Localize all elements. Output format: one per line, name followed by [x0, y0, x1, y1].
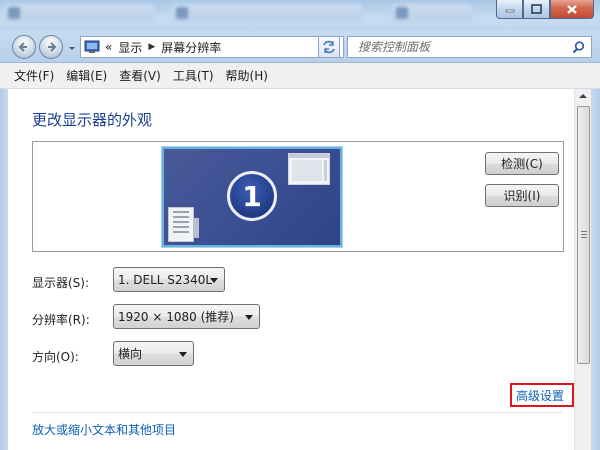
window-controls — [496, 0, 594, 20]
back-button[interactable] — [12, 35, 36, 59]
menu-edit[interactable]: 编辑(E) — [64, 65, 109, 86]
breadcrumb-separator[interactable]: ▶ — [148, 42, 155, 52]
monitor-preview-window — [168, 207, 199, 242]
window-titlebar — [0, 0, 600, 30]
monitor-preview-window — [288, 153, 330, 185]
refresh-button[interactable] — [318, 36, 340, 58]
forward-button[interactable] — [39, 35, 63, 59]
monitor-number: 1 — [242, 179, 262, 213]
window-frame-right — [591, 89, 600, 450]
scroll-up-icon[interactable] — [579, 94, 587, 98]
recent-pages-dropdown-icon[interactable] — [68, 45, 76, 53]
orientation-select-value: 横向 — [118, 347, 143, 361]
resolution-select[interactable]: 1920 × 1080 (推荐) — [113, 304, 260, 329]
resolution-label: 分辨率(R): — [32, 313, 90, 327]
orientation-label: 方向(O): — [32, 350, 79, 364]
background-tab — [392, 4, 472, 22]
section-divider — [32, 412, 562, 413]
content-pane: 更改显示器的外观 1 检测(C) 识别(I) 显示器(S): 1. DELL S… — [8, 89, 591, 450]
monitor-preview-panel: 1 检测(C) 识别(I) — [32, 141, 564, 252]
close-button[interactable] — [550, 0, 594, 19]
chevron-down-icon — [179, 352, 187, 357]
minimize-button[interactable] — [496, 0, 523, 19]
refresh-icon — [323, 40, 335, 54]
menu-help[interactable]: 帮助(H) — [224, 65, 270, 86]
advanced-settings-link[interactable]: 高级设置 — [516, 387, 564, 404]
menu-file[interactable]: 文件(F) — [12, 65, 56, 86]
display-select[interactable]: 1. DELL S2340L — [113, 267, 225, 292]
breadcrumb-screen-resolution[interactable]: 屏幕分辨率 — [161, 39, 221, 56]
orientation-select[interactable]: 横向 — [113, 341, 194, 366]
arrow-right-icon — [48, 42, 57, 52]
maximize-icon — [531, 4, 542, 14]
search-input[interactable] — [358, 40, 568, 54]
background-tab — [172, 4, 362, 22]
breadcrumb-display[interactable]: 显示 — [118, 39, 142, 56]
scrollbar-thumb[interactable] — [577, 106, 590, 364]
address-bar[interactable]: « 显示 ▶ 屏幕分辨率 — [80, 36, 344, 58]
menu-bar: 文件(F) 编辑(E) 查看(V) 工具(T) 帮助(H) — [0, 62, 600, 89]
vertical-scrollbar[interactable] — [574, 89, 591, 450]
monitor-number-badge: 1 — [227, 171, 277, 221]
display-label: 显示器(S): — [32, 276, 90, 290]
breadcrumb-overflow[interactable]: « — [105, 40, 112, 54]
maximize-button[interactable] — [523, 0, 550, 19]
control-panel-icon — [84, 40, 100, 53]
chevron-down-icon — [210, 278, 218, 283]
text-size-link[interactable]: 放大或缩小文本和其他项目 — [32, 421, 176, 438]
window-frame-left — [0, 89, 8, 450]
grip-icon — [581, 231, 587, 240]
close-icon — [567, 4, 577, 14]
arrow-left-icon — [18, 42, 27, 52]
monitor-1-preview[interactable]: 1 — [162, 147, 342, 247]
menu-view[interactable]: 查看(V) — [117, 65, 163, 86]
resolution-select-value: 1920 × 1080 (推荐) — [118, 310, 234, 324]
page-title: 更改显示器的外观 — [32, 111, 153, 129]
menu-tools[interactable]: 工具(T) — [171, 65, 216, 86]
background-tab — [4, 4, 154, 22]
detect-button[interactable]: 检测(C) — [485, 152, 559, 175]
chevron-down-icon — [245, 315, 253, 320]
search-box[interactable] — [347, 36, 592, 58]
navigation-bar: « 显示 ▶ 屏幕分辨率 — [0, 30, 600, 62]
identify-button[interactable]: 识别(I) — [485, 184, 559, 207]
search-icon[interactable] — [572, 41, 585, 54]
display-select-value: 1. DELL S2340L — [118, 272, 213, 287]
minimize-icon — [505, 9, 514, 13]
